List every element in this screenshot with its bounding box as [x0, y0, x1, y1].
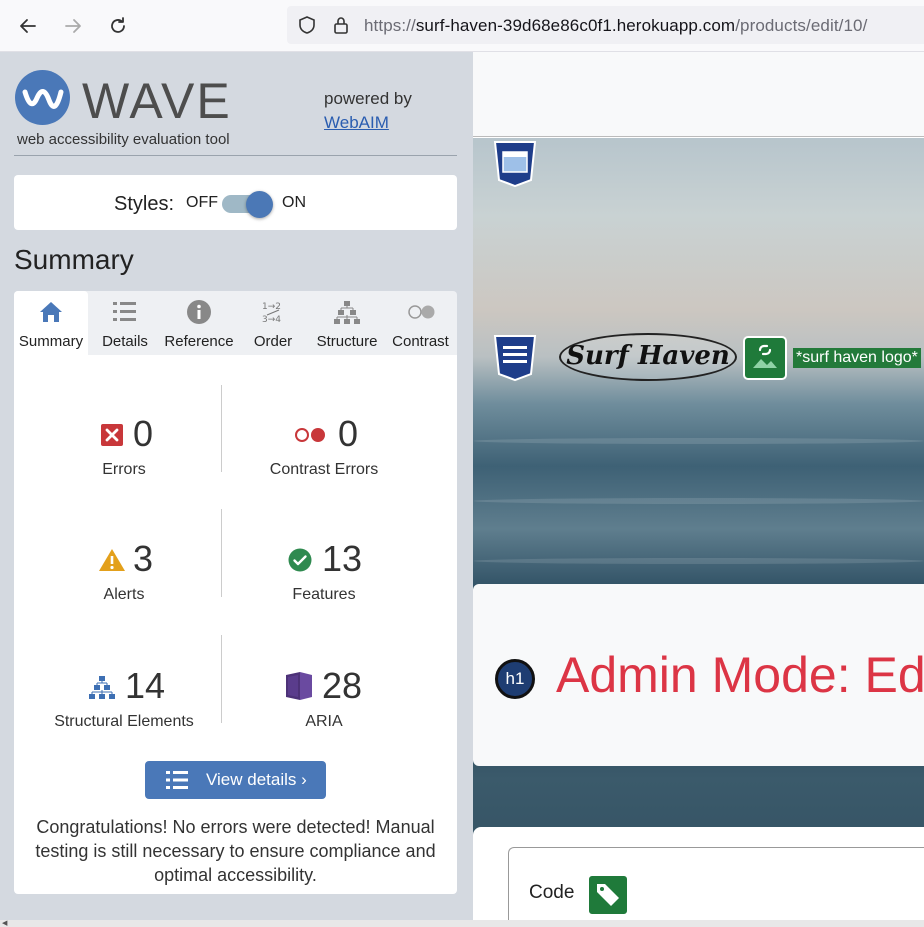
styles-off-label: OFF [186, 194, 218, 211]
browser-toolbar: https://surf-haven-39d68e86c0f1.herokuap… [0, 0, 924, 52]
structure-tree-icon [89, 676, 115, 699]
contrast-errors-label: Contrast Errors [269, 461, 379, 478]
styles-label: Styles: [114, 193, 175, 215]
back-button[interactable] [14, 12, 42, 40]
view-details-button[interactable]: View details › [145, 761, 326, 799]
image-alt-tag: *surf haven logo* [793, 348, 921, 368]
url-text[interactable]: https://surf-haven-39d68e86c0f1.herokuap… [364, 16, 867, 36]
wave-highlight [473, 438, 924, 444]
reload-button[interactable] [104, 12, 132, 40]
wave-panel: WAVE web accessibility evaluation tool p… [0, 52, 473, 920]
code-label: Code [529, 882, 575, 903]
page-viewport: Surf Haven *surf haven logo* h1 Admin Mo… [473, 52, 924, 920]
congrats-message: Congratulations! No errors were detected… [35, 817, 436, 885]
styles-on-label: ON [282, 194, 306, 211]
order-icon: 1→23→4 [262, 302, 281, 325]
shield-icon[interactable] [297, 15, 317, 35]
form-field-group: Code [508, 847, 924, 920]
scroll-left-arrow-icon[interactable]: ◀ [2, 920, 7, 927]
contrast-icon [407, 305, 434, 319]
tab-label: Structure [316, 333, 378, 350]
reload-icon [111, 17, 125, 33]
linked-image-icon[interactable] [743, 336, 787, 380]
forward-button[interactable] [59, 12, 87, 40]
features-label: Features [292, 586, 356, 603]
divider [221, 635, 222, 723]
admin-header-card: h1 Admin Mode: Edi [473, 584, 924, 766]
alerts-count: 3 [133, 538, 154, 579]
divider [221, 385, 222, 472]
list-icon [113, 302, 136, 321]
wave-brand: WAVE [82, 73, 232, 129]
alert-icon [99, 549, 125, 571]
wave-logo-icon [15, 70, 70, 125]
wave-tabs: Summary Details Reference 1→2 3→4 Order S… [14, 291, 457, 355]
h1-heading-icon[interactable]: h1 [495, 659, 535, 699]
structure-icon [334, 301, 360, 324]
summary-heading: Summary [14, 244, 134, 275]
list-icon [166, 771, 188, 789]
powered-by-text: powered by [324, 89, 412, 108]
page-navbar [473, 52, 924, 137]
view-details-label: View details › [206, 770, 307, 789]
horizontal-scrollbar[interactable]: ◀ [0, 920, 924, 927]
aria-count: 28 [322, 665, 363, 706]
lock-icon[interactable] [331, 15, 351, 35]
wave-highlight [473, 498, 924, 504]
info-icon [187, 300, 211, 324]
tab-order[interactable]: 1→2 3→4 Order [236, 291, 310, 355]
error-icon [101, 424, 123, 446]
tab-label: Reference [164, 333, 234, 350]
tab-label: Contrast [392, 333, 449, 350]
divider [14, 155, 457, 156]
tab-contrast[interactable]: Contrast [384, 291, 457, 355]
wave-highlight [473, 558, 924, 564]
url-path: /products/edit/10/ [735, 16, 868, 35]
forward-arrow-icon [65, 19, 81, 33]
alerts-label: Alerts [103, 586, 145, 603]
tab-structure[interactable]: Structure [310, 291, 384, 355]
url-bar[interactable]: https://surf-haven-39d68e86c0f1.herokuap… [287, 6, 924, 44]
errors-label: Errors [102, 461, 146, 478]
tab-label: Order [253, 333, 293, 350]
url-host: surf-haven-39d68e86c0f1.herokuapp.com [415, 16, 736, 35]
svg-text:3→4: 3→4 [262, 315, 281, 325]
admin-title: Admin Mode: Edi [556, 647, 924, 703]
contrast-error-icon [295, 428, 325, 442]
html5-header-icon[interactable] [491, 334, 539, 382]
back-arrow-icon [20, 19, 36, 33]
styles-toggle-box: Styles: OFF ON [14, 175, 457, 230]
url-scheme: https:// [364, 16, 416, 35]
surf-haven-logo[interactable]: Surf Haven [559, 333, 737, 381]
tab-reference[interactable]: Reference [162, 291, 236, 355]
wave-subtitle: web accessibility evaluation tool [17, 131, 230, 148]
tab-label: Details [102, 333, 148, 350]
tab-details[interactable]: Details [88, 291, 162, 355]
home-icon [40, 302, 62, 322]
logo-text: Surf Haven [566, 341, 730, 371]
styles-toggle-knob[interactable] [246, 191, 273, 218]
divider [221, 509, 222, 597]
feature-check-icon [288, 548, 312, 572]
structural-label: Structural Elements [54, 713, 194, 730]
tab-summary[interactable]: Summary [14, 291, 88, 355]
hero-background [473, 138, 924, 920]
html5-region-icon[interactable] [491, 140, 539, 188]
aria-icon [286, 672, 312, 700]
webaim-link[interactable]: WebAIM [324, 113, 389, 133]
contrast-errors-count: 0 [338, 413, 359, 454]
errors-count: 0 [133, 413, 154, 454]
edit-form-card: Code [473, 827, 924, 920]
summary-card: 0 Errors 0 Contrast Errors 3 Alerts 13 F… [14, 355, 457, 894]
tab-label: Summary [18, 333, 84, 350]
features-count: 13 [322, 538, 363, 579]
structural-count: 14 [125, 665, 166, 706]
label-tag-icon[interactable] [587, 874, 629, 916]
aria-label: ARIA [305, 713, 343, 730]
